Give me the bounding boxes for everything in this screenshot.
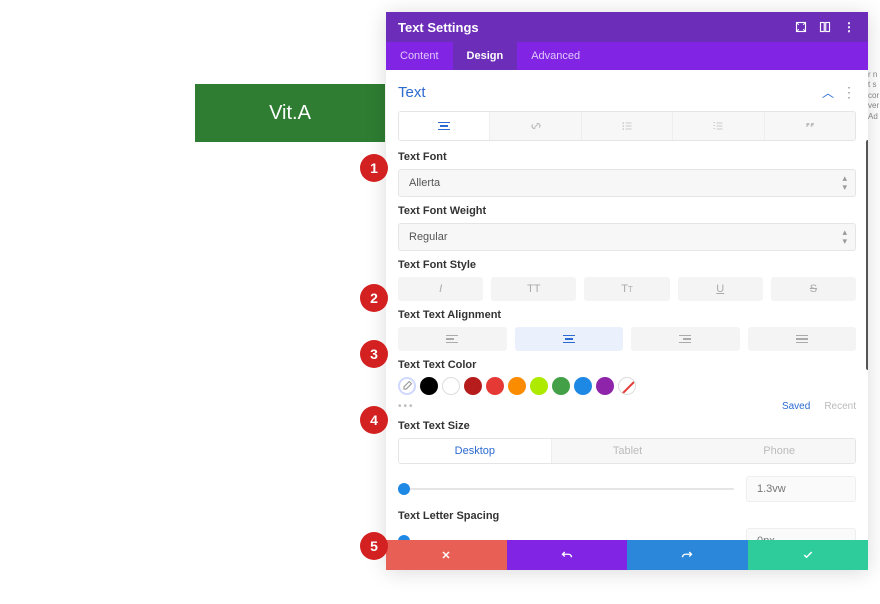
size-value[interactable]: 1.3vw xyxy=(746,476,856,502)
section-header-text[interactable]: Text ︿ ⋮ xyxy=(398,70,856,111)
color-picker-button[interactable] xyxy=(398,377,416,395)
label-alignment: Text Text Alignment xyxy=(398,309,856,321)
panel-title-bar[interactable]: Text Settings ⋮ xyxy=(386,12,868,42)
cancel-button[interactable] xyxy=(386,540,507,570)
align-right[interactable] xyxy=(631,327,740,351)
segment-ol[interactable] xyxy=(673,112,764,140)
color-meta-row: ••• Saved Recent xyxy=(398,401,856,412)
swatch-blue[interactable] xyxy=(574,377,592,395)
annotation-badge-5: 5 xyxy=(360,532,388,560)
color-tab-recent[interactable]: Recent xyxy=(824,401,856,412)
swatch-black[interactable] xyxy=(420,377,438,395)
chevron-up-icon[interactable]: ︿ xyxy=(822,84,834,101)
redo-button[interactable] xyxy=(627,540,748,570)
panel-footer xyxy=(386,540,868,570)
annotation-badge-4: 4 xyxy=(360,406,388,434)
style-underline[interactable]: U xyxy=(678,277,763,301)
letter-value[interactable]: 0px xyxy=(746,528,856,540)
label-letter: Text Letter Spacing xyxy=(398,510,856,522)
text-type-toolbar xyxy=(398,111,856,141)
tab-advanced[interactable]: Advanced xyxy=(517,42,594,70)
device-desktop[interactable]: Desktop xyxy=(399,439,552,463)
color-tab-saved[interactable]: Saved xyxy=(782,401,810,412)
color-swatch-row xyxy=(398,377,856,395)
device-tablet[interactable]: Tablet xyxy=(552,439,704,463)
background-text: r nt scorverAd xyxy=(868,70,880,122)
scrollbar[interactable] xyxy=(866,140,868,370)
align-center[interactable] xyxy=(515,327,624,351)
preview-module: Vit.A xyxy=(195,84,385,142)
style-smallcaps[interactable]: TT xyxy=(584,277,669,301)
label-size: Text Text Size xyxy=(398,420,856,432)
alignment-row xyxy=(398,327,856,351)
font-style-row: I TT TT U S xyxy=(398,277,856,301)
segment-paragraph[interactable] xyxy=(399,112,490,140)
letter-slider[interactable] xyxy=(398,533,734,540)
preview-text: Vit.A xyxy=(269,102,311,125)
segment-ul[interactable] xyxy=(582,112,673,140)
label-color: Text Text Color xyxy=(398,359,856,371)
swatch-purple[interactable] xyxy=(596,377,614,395)
annotation-badge-1: 1 xyxy=(360,154,388,182)
style-italic[interactable]: I xyxy=(398,277,483,301)
annotation-badge-3: 3 xyxy=(360,340,388,368)
size-slider-row: 1.3vw xyxy=(398,476,856,502)
select-font-value: Allerta xyxy=(409,177,440,189)
section-menu-icon[interactable]: ⋮ xyxy=(842,84,856,101)
swatch-darkred[interactable] xyxy=(464,377,482,395)
annotation-badge-2: 2 xyxy=(360,284,388,312)
undo-button[interactable] xyxy=(507,540,628,570)
caret-icon: ▴▾ xyxy=(842,228,847,246)
panel-body: Text ︿ ⋮ Text Font Allerta ▴▾ Text Font … xyxy=(386,70,868,540)
segment-quote[interactable] xyxy=(765,112,855,140)
segment-link[interactable] xyxy=(490,112,581,140)
settings-tabs: Content Design Advanced xyxy=(386,42,868,70)
swatch-red[interactable] xyxy=(486,377,504,395)
swatch-lime[interactable] xyxy=(530,377,548,395)
more-colors-icon[interactable]: ••• xyxy=(398,401,415,412)
device-tabs: Desktop Tablet Phone xyxy=(398,438,856,464)
snap-icon[interactable] xyxy=(818,20,832,34)
label-font: Text Font xyxy=(398,151,856,163)
swatch-orange[interactable] xyxy=(508,377,526,395)
tab-content[interactable]: Content xyxy=(386,42,453,70)
label-style: Text Font Style xyxy=(398,259,856,271)
panel-title: Text Settings xyxy=(398,20,479,35)
caret-icon: ▴▾ xyxy=(842,174,847,192)
settings-panel: Text Settings ⋮ Content Design Advanced … xyxy=(386,12,868,570)
letter-slider-row: 0px xyxy=(398,528,856,540)
expand-icon[interactable] xyxy=(794,20,808,34)
size-slider[interactable] xyxy=(398,481,734,497)
device-phone[interactable]: Phone xyxy=(703,439,855,463)
select-weight[interactable]: Regular ▴▾ xyxy=(398,223,856,251)
section-title: Text xyxy=(398,84,426,101)
tab-design[interactable]: Design xyxy=(453,42,518,70)
style-strikethrough[interactable]: S xyxy=(771,277,856,301)
align-left[interactable] xyxy=(398,327,507,351)
swatch-green[interactable] xyxy=(552,377,570,395)
style-uppercase[interactable]: TT xyxy=(491,277,576,301)
label-weight: Text Font Weight xyxy=(398,205,856,217)
select-font[interactable]: Allerta ▴▾ xyxy=(398,169,856,197)
swatch-none[interactable] xyxy=(618,377,636,395)
menu-dots-icon[interactable]: ⋮ xyxy=(842,20,856,34)
swatch-white[interactable] xyxy=(442,377,460,395)
select-weight-value: Regular xyxy=(409,231,448,243)
align-justify[interactable] xyxy=(748,327,857,351)
save-button[interactable] xyxy=(748,540,869,570)
